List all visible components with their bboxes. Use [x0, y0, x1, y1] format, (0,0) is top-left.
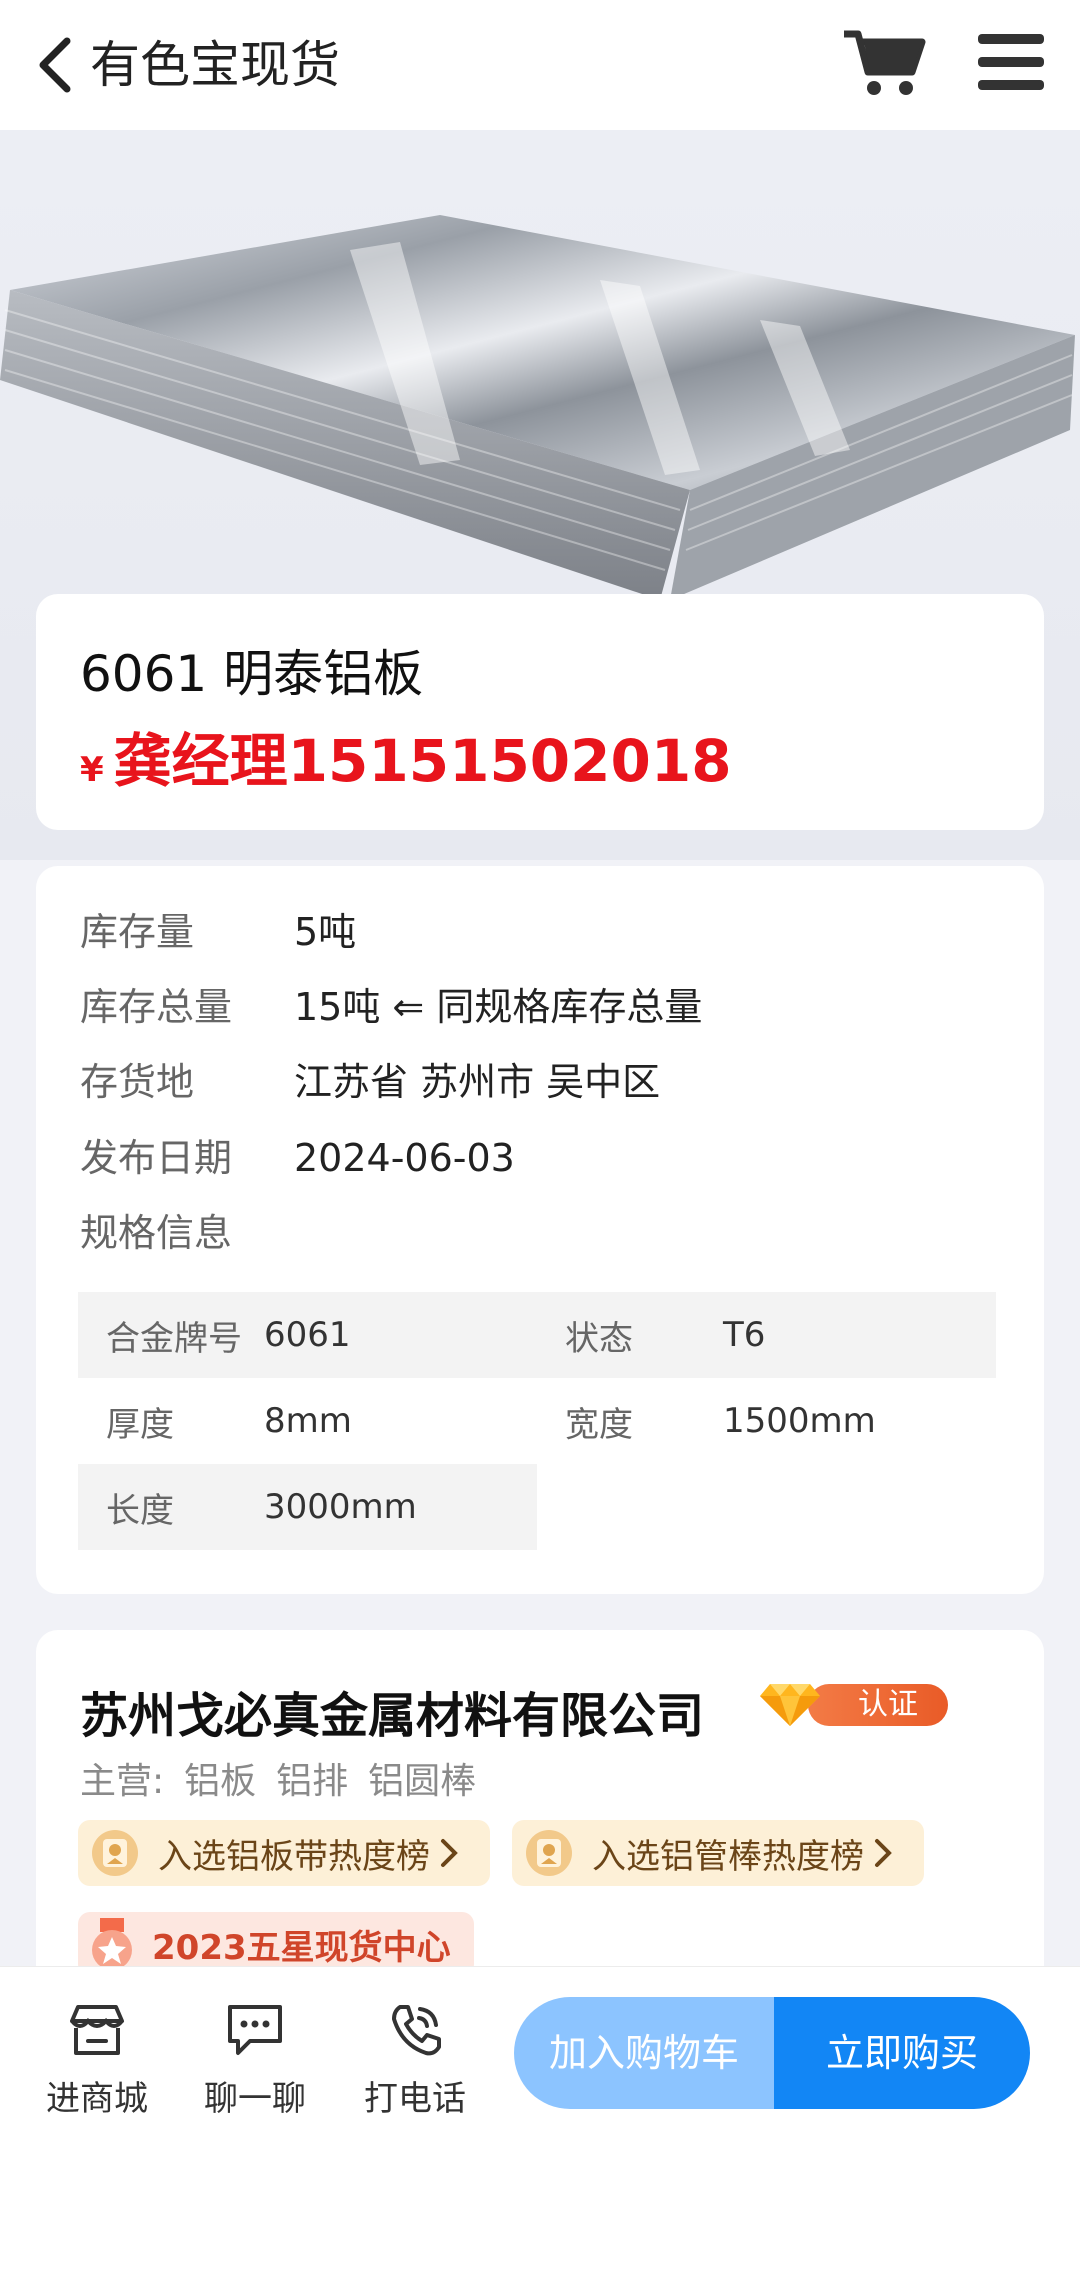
top-bar: 有色宝现货: [0, 0, 1080, 130]
store-icon: [70, 2005, 124, 2055]
location-value: 江苏省 苏州市 吴中区: [294, 1060, 661, 1104]
product-name: 6061 明泰铝板: [80, 645, 424, 703]
phone-icon: [392, 2005, 441, 2056]
hot-rank-label: 入选铝板带热度榜: [158, 1836, 430, 1877]
add-to-cart-button[interactable]: 加入购物车: [514, 1997, 774, 2109]
spec-card: 库存量 5吨 库存总量 15吨 ⇐ 同规格库存总量 存货地 江苏省 苏州市 吴中…: [36, 866, 1044, 1594]
location-label: 存货地: [80, 1060, 195, 1104]
spec-key: 状态: [565, 1318, 633, 1359]
price-row: ¥ 龚经理15151502018: [80, 714, 732, 798]
cart-button[interactable]: [842, 28, 926, 98]
call-button[interactable]: 打电话: [350, 2001, 480, 2120]
spec-cell-length: 长度 3000mm: [78, 1464, 537, 1550]
spec-cell-width: 宽度 1500mm: [537, 1378, 996, 1464]
stock-value: 5吨: [294, 910, 357, 954]
total-stock-row: 库存总量 15吨 ⇐ 同规格库存总量: [80, 983, 702, 1031]
bottom-safe-area: [0, 2140, 1080, 2277]
main-business-item: 铝排: [276, 1761, 349, 1802]
spec-table-row: 合金牌号 6061 状态 T6: [78, 1292, 996, 1378]
spec-value: 1500mm: [723, 1401, 876, 1441]
medal-icon: [526, 1830, 572, 1876]
chat-label: 聊一聊: [204, 2079, 306, 2119]
main-business-label: 主营:: [80, 1761, 165, 1802]
spec-key: 长度: [106, 1490, 174, 1531]
spec-value: T6: [723, 1315, 766, 1355]
spec-cell-thickness: 厚度 8mm: [78, 1378, 537, 1464]
star-medal-icon: [92, 1918, 132, 1970]
shop-label: 进商城: [46, 2079, 148, 2119]
chevron-right-icon: [875, 1839, 892, 1867]
spec-info-row: 规格信息: [80, 1209, 294, 1257]
diamond-icon: [760, 1684, 820, 1726]
certified-badge: 认证: [758, 1680, 948, 1728]
chevron-left-icon: [39, 37, 71, 93]
spec-value: 6061: [264, 1315, 351, 1355]
back-button[interactable]: [28, 30, 82, 100]
spec-table-row: 长度 3000mm: [78, 1464, 996, 1550]
bottom-action-bar: 进商城 聊一聊 打电话 加入购物车 立即购买: [0, 1966, 1080, 2141]
buy-now-button[interactable]: 立即购买: [774, 1997, 1030, 2109]
spec-value: 3000mm: [264, 1487, 417, 1527]
medal-icon: [92, 1830, 138, 1876]
product-title-card: 6061 明泰铝板 ¥ 龚经理15151502018: [36, 594, 1044, 830]
call-label: 打电话: [364, 2079, 466, 2119]
company-card[interactable]: 苏州戈必真金属材料有限公司 认证 主营: 铝板 铝排 铝圆棒 入选铝板带热度榜 …: [36, 1630, 1044, 2010]
date-value: 2024-06-03: [294, 1136, 515, 1180]
hot-rank-tag-sheet[interactable]: 入选铝板带热度榜: [78, 1820, 490, 1886]
currency-symbol: ¥: [80, 750, 104, 790]
spec-table-row: 厚度 8mm 宽度 1500mm: [78, 1378, 996, 1464]
spec-table: 合金牌号 6061 状态 T6 厚度 8mm 宽度 1500mm 长度 3000…: [78, 1292, 996, 1550]
page-title: 有色宝现货: [90, 36, 340, 94]
hot-rank-tag-tube[interactable]: 入选铝管棒热度榜: [512, 1820, 924, 1886]
main-business: 主营: 铝板 铝排 铝圆棒: [80, 1752, 496, 1804]
total-stock-label: 库存总量: [80, 985, 233, 1029]
spec-value: 8mm: [264, 1401, 352, 1441]
cart-icon: [844, 30, 926, 95]
spec-info-label: 规格信息: [80, 1211, 233, 1255]
hot-rank-label: 入选铝管棒热度榜: [592, 1836, 864, 1877]
company-name[interactable]: 苏州戈必真金属材料有限公司: [80, 1676, 704, 1746]
stock-label: 库存量: [80, 910, 195, 954]
total-stock-value: 15吨 ⇐ 同规格库存总量: [294, 985, 703, 1029]
page: 有色宝现货 6061 明泰铝板 ¥ 龚经理15151502018 库存量 5吨 …: [0, 0, 1080, 2277]
date-row: 发布日期 2024-06-03: [80, 1134, 515, 1182]
main-business-item: 铝板: [184, 1761, 257, 1802]
spec-cell-state: 状态 T6: [537, 1292, 996, 1378]
chevron-right-icon: [441, 1839, 458, 1867]
price-contact[interactable]: 龚经理15151502018: [114, 714, 732, 798]
stock-row: 库存量 5吨: [80, 908, 356, 956]
chat-button[interactable]: 聊一聊: [190, 2001, 320, 2120]
five-star-label: 2023五星现货中心: [152, 1927, 451, 1968]
cert-label: 认证: [808, 1684, 948, 1726]
location-row: 存货地 江苏省 苏州市 吴中区: [80, 1058, 660, 1106]
spec-key: 合金牌号: [106, 1318, 242, 1359]
shop-button[interactable]: 进商城: [32, 2001, 162, 2120]
spec-key: 宽度: [565, 1404, 633, 1445]
hamburger-menu-icon: [978, 34, 1044, 90]
chat-icon: [228, 2005, 282, 2055]
date-label: 发布日期: [80, 1136, 233, 1180]
spec-key: 厚度: [106, 1404, 174, 1445]
main-business-item: 铝圆棒: [368, 1761, 477, 1802]
menu-button[interactable]: [976, 30, 1046, 94]
spec-cell-alloy: 合金牌号 6061: [78, 1292, 537, 1378]
